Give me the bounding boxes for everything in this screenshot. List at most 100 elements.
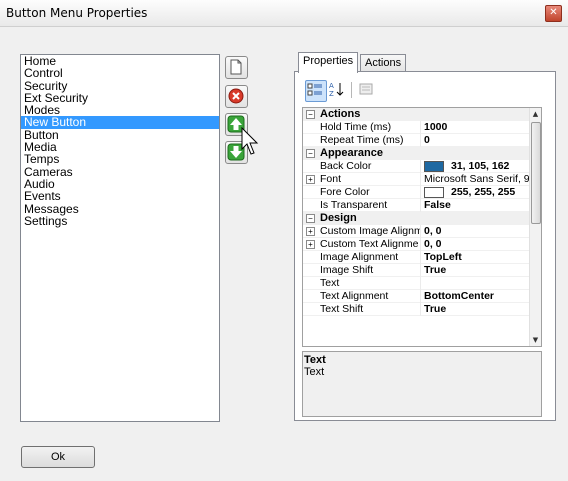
categorized-button[interactable] xyxy=(305,80,327,102)
close-icon: ✕ xyxy=(549,7,558,18)
collapse-icon[interactable]: − xyxy=(306,110,315,119)
property-value[interactable]: 0, 0 xyxy=(424,238,530,251)
properties-tab-panel: A Z − Actions Hold Time (ms) 1000 Repeat Tim… xyxy=(294,71,556,421)
property-name: Back Color xyxy=(320,160,421,173)
property-value-text: 255, 255, 255 xyxy=(451,186,516,198)
property-row[interactable]: Fore Color 255, 255, 255 xyxy=(303,186,530,199)
property-row[interactable]: + Font Microsoft Sans Serif, 9.7 xyxy=(303,173,530,186)
property-value-text: 31, 105, 162 xyxy=(451,160,510,172)
property-row[interactable]: Image Alignment TopLeft xyxy=(303,251,530,264)
property-row[interactable]: Image Shift True xyxy=(303,264,530,277)
property-name: Appearance xyxy=(320,147,383,159)
property-value[interactable]: True xyxy=(424,264,530,277)
property-row[interactable]: Back Color 31, 105, 162 xyxy=(303,160,530,173)
sort-az-icon: A Z xyxy=(329,82,344,98)
list-item[interactable]: Messages xyxy=(21,202,219,215)
property-name: Is Transparent xyxy=(320,199,421,212)
property-value-text: Microsoft Sans Serif, 9.7 xyxy=(424,173,530,185)
property-value[interactable]: BottomCenter xyxy=(424,290,530,303)
property-value-text: 0, 0 xyxy=(424,238,442,250)
property-value-text: TopLeft xyxy=(424,251,462,263)
property-value[interactable]: 255, 255, 255 xyxy=(424,186,530,199)
property-row[interactable]: Is Transparent False xyxy=(303,199,530,212)
property-pages-icon xyxy=(359,83,373,95)
property-value[interactable]: True xyxy=(424,303,530,316)
menu-item-list[interactable]: Home Control Security Ext Security Modes New … xyxy=(20,54,220,422)
tab-properties[interactable]: Properties xyxy=(298,52,359,73)
alphabetical-sort-button[interactable]: A Z xyxy=(328,80,348,100)
color-swatch xyxy=(424,186,444,198)
svg-text:Z: Z xyxy=(329,90,334,98)
scroll-up-arrow-icon[interactable]: ▲ xyxy=(530,108,541,120)
property-value[interactable]: False xyxy=(424,199,530,212)
property-row[interactable]: Hold Time (ms) 1000 xyxy=(303,121,530,134)
toolbar-separator xyxy=(351,82,352,98)
property-row[interactable]: Text Shift True xyxy=(303,303,530,316)
scroll-down-arrow-icon[interactable]: ▼ xyxy=(530,334,541,346)
categorized-icon xyxy=(307,83,322,96)
property-name: Custom Text Alignme xyxy=(320,238,421,251)
property-category-row[interactable]: − Actions xyxy=(303,108,530,121)
svg-text:A: A xyxy=(329,82,334,90)
property-value-text: 1000 xyxy=(424,121,448,133)
property-name: Design xyxy=(320,212,357,224)
scrollbar-thumb[interactable] xyxy=(531,122,541,224)
property-name: Custom Image Alignm xyxy=(320,225,421,238)
delete-button[interactable] xyxy=(225,85,248,108)
expand-icon[interactable]: + xyxy=(306,240,315,249)
property-category-row[interactable]: − Design xyxy=(303,212,530,225)
property-name: Actions xyxy=(320,108,361,120)
property-row[interactable]: + Custom Image Alignm 0, 0 xyxy=(303,225,530,238)
property-value[interactable]: Microsoft Sans Serif, 9.7 xyxy=(424,173,530,186)
property-value-text: True xyxy=(424,264,447,276)
property-row[interactable]: Text Alignment BottomCenter xyxy=(303,290,530,303)
property-value[interactable]: 1000 xyxy=(424,121,530,134)
property-value[interactable]: 31, 105, 162 xyxy=(424,160,530,173)
list-item[interactable]: Temps xyxy=(21,153,219,166)
property-help-pane: Text Text xyxy=(302,351,542,417)
close-button[interactable]: ✕ xyxy=(545,5,562,22)
property-value[interactable] xyxy=(424,277,530,290)
property-value-text: 0 xyxy=(424,134,430,146)
property-name: Hold Time (ms) xyxy=(320,121,421,134)
property-row[interactable]: Repeat Time (ms) 0 xyxy=(303,134,530,147)
list-item[interactable]: Control xyxy=(21,67,219,80)
property-value[interactable]: 0 xyxy=(424,134,530,147)
window-title: Button Menu Properties xyxy=(6,6,148,20)
tab-actions[interactable]: Actions xyxy=(360,54,407,72)
property-value[interactable]: TopLeft xyxy=(424,251,530,264)
property-name: Fore Color xyxy=(320,186,421,199)
property-row[interactable]: + Custom Text Alignme 0, 0 xyxy=(303,238,530,251)
property-category-row[interactable]: − Appearance xyxy=(303,147,530,160)
new-item-button[interactable] xyxy=(225,56,248,79)
title-bar: Button Menu Properties ✕ xyxy=(0,0,568,27)
property-value-text: False xyxy=(424,199,451,211)
expand-icon[interactable]: + xyxy=(306,227,315,236)
collapse-icon[interactable]: − xyxy=(306,214,315,223)
list-item[interactable]: Settings xyxy=(21,215,219,228)
list-item[interactable]: Events xyxy=(21,190,219,203)
list-item[interactable]: New Button xyxy=(21,116,219,129)
help-title: Text xyxy=(304,354,326,366)
property-pages-button[interactable] xyxy=(357,80,377,100)
property-panel: Properties Actions A Z − Actions Hold Ti… xyxy=(294,52,556,421)
property-value-text: True xyxy=(424,303,447,315)
property-name: Repeat Time (ms) xyxy=(320,134,421,147)
property-name: Image Shift xyxy=(320,264,421,277)
property-grid[interactable]: − Actions Hold Time (ms) 1000 Repeat Time (m… xyxy=(302,107,542,347)
expand-icon[interactable]: + xyxy=(306,175,315,184)
ok-button[interactable]: Ok xyxy=(21,446,95,468)
property-value-text: BottomCenter xyxy=(424,290,494,302)
property-value-text: 0, 0 xyxy=(424,225,442,237)
property-name: Text Alignment xyxy=(320,290,421,303)
help-description: Text xyxy=(304,366,325,378)
property-grid-rows: − Actions Hold Time (ms) 1000 Repeat Time (m… xyxy=(303,108,530,316)
collapse-icon[interactable]: − xyxy=(306,149,315,158)
property-grid-scrollbar[interactable]: ▲ ▼ xyxy=(529,108,541,346)
delete-icon xyxy=(228,88,244,104)
property-name: Text xyxy=(320,277,421,290)
color-swatch xyxy=(424,160,444,172)
property-row[interactable]: Text xyxy=(303,277,530,290)
new-document-icon xyxy=(230,59,242,75)
property-value[interactable]: 0, 0 xyxy=(424,225,530,238)
